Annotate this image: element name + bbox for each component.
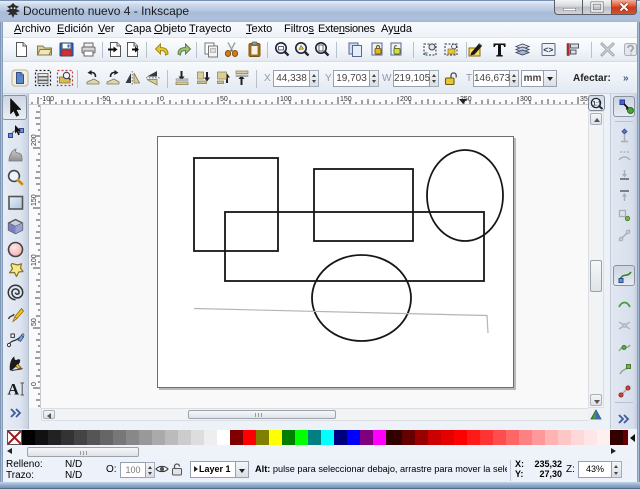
svg-text:35: 35 (580, 96, 588, 103)
svg-text:150: 150 (340, 96, 352, 103)
svg-text:-100: -100 (40, 96, 54, 103)
svg-text:150: 150 (31, 194, 38, 206)
svg-text:100: 100 (280, 96, 292, 103)
svg-text:100: 100 (31, 254, 38, 266)
svg-text:1:1: 1:1 (593, 102, 602, 108)
svg-text:200: 200 (400, 96, 412, 103)
svg-text:50: 50 (31, 318, 38, 326)
svg-text:0: 0 (160, 96, 164, 103)
svg-text:A: A (8, 382, 20, 399)
svg-text:-50: -50 (100, 96, 110, 103)
svg-text:200: 200 (31, 134, 38, 146)
svg-text:300: 300 (520, 96, 532, 103)
svg-text:<>: <> (543, 46, 553, 56)
svg-text:0: 0 (31, 382, 38, 386)
svg-text:50: 50 (220, 96, 228, 103)
